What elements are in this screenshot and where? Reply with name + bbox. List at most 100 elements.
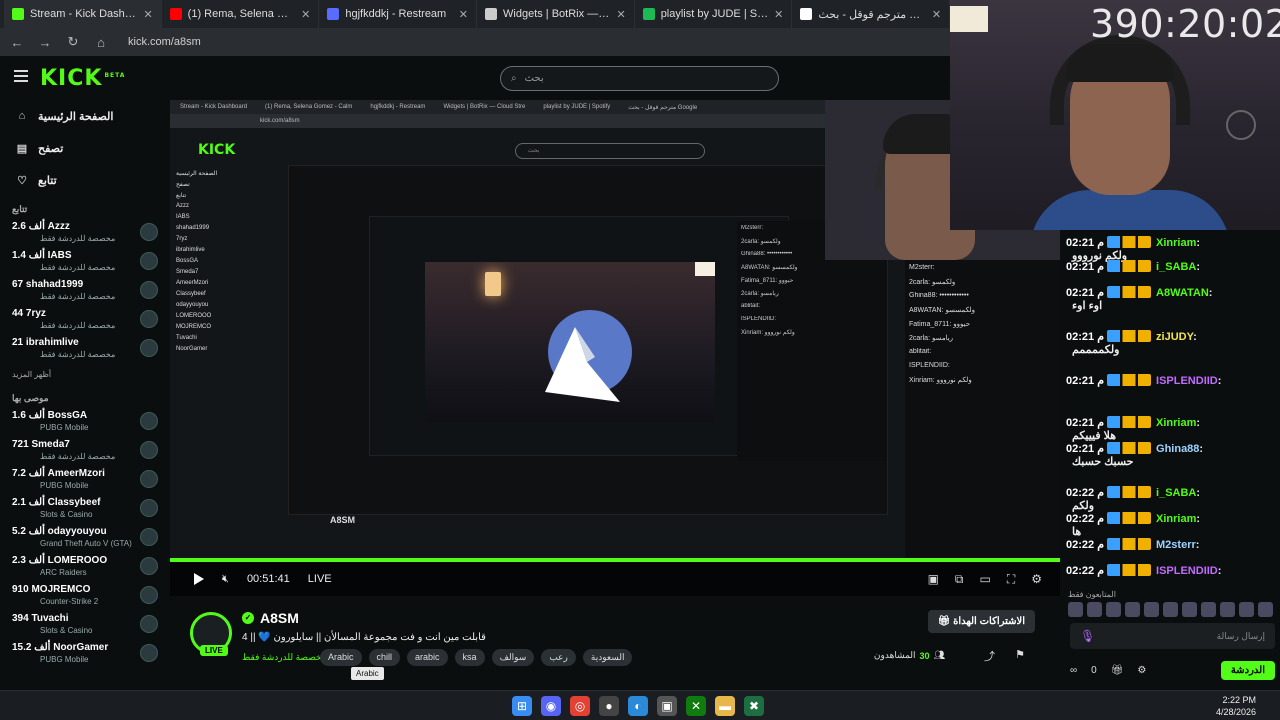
chat-message[interactable]: 02:22 م ISPLENDIID: [1066, 564, 1276, 577]
settings-icon[interactable]: ⚙ [1137, 665, 1146, 676]
show-more-link[interactable]: أظهر المزيد [0, 364, 170, 385]
badge-icons [1107, 416, 1152, 428]
chat-username[interactable]: Ghina88 [1156, 443, 1199, 455]
sidebar-channel[interactable]: 21 ibrahimlive مخصصة للدردشة فقط [0, 335, 170, 364]
channel-name[interactable]: ✓ A8SM [242, 610, 299, 626]
mic-icon[interactable]: 🎙︎ [1080, 629, 1095, 643]
browser-tab[interactable]: hgjfkddkj - Restream ✕ [319, 0, 478, 28]
chat-username[interactable]: ISPLENDIID [1156, 375, 1218, 387]
mute-icon[interactable]: 🔇︎ [222, 573, 229, 586]
chat-username[interactable]: ziJUDY [1156, 331, 1193, 343]
sidebar-channel[interactable]: 910 MOJREMCO Counter-Strike 2 [0, 582, 170, 611]
browser-tab[interactable]: playlist by JUDE | Spotify✕ [635, 0, 793, 28]
home-icon[interactable]: ⌂ [94, 35, 108, 50]
sidebar-nav-item[interactable]: ♡ تتابع [0, 164, 170, 196]
chat-message[interactable]: 02:22 م M2sterr: [1066, 538, 1276, 551]
sidebar-channel[interactable]: 7.2 ألف AmeerMzori PUBG Mobile [0, 466, 170, 495]
wall-logo [1226, 110, 1256, 140]
chat-username[interactable]: i_SABA [1156, 487, 1196, 499]
edge-icon[interactable]: ◐ [628, 696, 648, 716]
chat-username[interactable]: Xinriam [1156, 237, 1196, 249]
stream-tag[interactable]: ksa [454, 649, 485, 666]
chat-message[interactable]: 02:21 م ISPLENDIID: [1066, 374, 1276, 387]
fullscreen-icon[interactable]: ⛶ [1007, 572, 1015, 587]
chat-message[interactable]: 02:21 م Ghina88: حسبك حسبك [1066, 442, 1276, 468]
chat-username[interactable]: i_SABA [1156, 261, 1196, 273]
url-field[interactable]: kick.com/a8sm [128, 36, 201, 48]
video-player[interactable]: Stream - Kick Dashboard (1) Rema, Selena … [170, 100, 1060, 560]
stream-category[interactable]: مخصصة للدردشة فقط [242, 652, 327, 663]
chat-username[interactable]: Xinriam [1156, 417, 1196, 429]
theater-icon[interactable]: ▭ [979, 572, 990, 587]
stream-tag[interactable]: رعب [541, 649, 576, 666]
chat-message[interactable]: 02:21 م Xinriam: هلا فيييكم [1066, 416, 1276, 442]
clip-icon[interactable]: ⧉ [955, 572, 964, 587]
browser-tab[interactable]: Widgets | BotRix — Cloud Stre✕ [477, 0, 635, 28]
sidebar-channel[interactable]: 2.6 ألف Azzz مخصصة للدردشة فقط [0, 219, 170, 248]
play-icon[interactable] [194, 573, 204, 585]
sidebar-nav-item[interactable]: ▤ تصفح [0, 132, 170, 164]
chat-username[interactable]: A8WATAN [1156, 287, 1209, 299]
stream-tag[interactable]: السعودية [582, 649, 633, 666]
sidebar-channel[interactable]: 15.2 ألف NoorGamer PUBG Mobile [0, 640, 170, 669]
back-icon[interactable]: ← [10, 35, 24, 50]
excel-icon[interactable]: ✖ [744, 696, 764, 716]
chat-username[interactable]: Xinriam [1156, 513, 1196, 525]
kick-logo[interactable]: KICK BETA [40, 66, 125, 91]
browser-tab[interactable]: مترجم قوقل - بحث Google✕ [792, 0, 951, 28]
chat-message[interactable]: 02:22 م i_SABA: ولكم [1066, 486, 1276, 512]
discord-icon[interactable]: ◉ [541, 696, 561, 716]
windows-icon[interactable]: ⊞ [512, 696, 532, 716]
forward-icon[interactable]: → [38, 35, 52, 50]
search-input[interactable]: ⌕ بحث [500, 66, 779, 91]
chat-message[interactable]: 02:21 م i_SABA: [1066, 260, 1276, 273]
chat-username[interactable]: ISPLENDIID [1156, 565, 1218, 577]
stream-tag[interactable]: سوالف [491, 649, 535, 666]
pip-icon[interactable]: ▣ [928, 572, 939, 587]
browser-tab[interactable]: (1) Rema, Selena Gomez - Calm✕ [162, 0, 320, 28]
sidebar-channel[interactable]: 2.1 ألف Classybeef Slots & Casino [0, 495, 170, 524]
stream-tag[interactable]: Arabic [320, 649, 362, 666]
stream-tag[interactable]: chill [368, 649, 401, 666]
share-icon[interactable]: ⤴ [984, 648, 995, 664]
gift-subs-button[interactable]: 🎁︎ الاشتراكات الهداة [927, 610, 1035, 633]
menu-icon[interactable] [14, 70, 28, 82]
sidebar-channel[interactable]: 1.4 ألف IABS مخصصة للدردشة فقط [0, 248, 170, 277]
nested-sidebar-item: Azzz [176, 203, 190, 209]
sidebar-channel[interactable]: 721 Smeda7 مخصصة للدردشة فقط [0, 437, 170, 466]
chat-message[interactable]: 02:21 م ziJUDY: ولكممممم [1066, 330, 1276, 356]
chat-username[interactable]: M2sterr [1156, 539, 1196, 551]
chat-message[interactable]: 02:21 م Xinriam: ولكم نورووو [1066, 236, 1276, 262]
reload-icon[interactable]: ↻ [66, 34, 80, 50]
sidebar-channel[interactable]: 2.3 ألف LOMEROOO ARC Raiders [0, 553, 170, 582]
close-icon[interactable]: ✕ [616, 8, 625, 21]
chat-message[interactable]: 02:22 م Xinriam: ها [1066, 512, 1276, 538]
close-icon[interactable]: ✕ [932, 8, 941, 21]
chrome-icon[interactable]: ◎ [570, 696, 590, 716]
close-icon[interactable]: ✕ [774, 8, 783, 21]
sidebar-channel[interactable]: 44 7ryz مخصصة للدردشة فقط [0, 306, 170, 335]
chat-send-button[interactable]: الدردشة [1220, 660, 1275, 680]
sidebar-nav-item[interactable]: ⌂ الصفحة الرئيسية [0, 100, 170, 132]
points-icon[interactable]: ∞ [1070, 665, 1077, 676]
browser-tab[interactable]: Stream - Kick Dashboard✕ [4, 0, 162, 28]
emote-row[interactable] [1068, 602, 1273, 617]
sidebar-channel[interactable]: 1.6 ألف BossGA PUBG Mobile [0, 408, 170, 437]
settings-icon[interactable]: ⚙ [1031, 572, 1042, 587]
close-icon[interactable]: ✕ [301, 8, 310, 21]
sidebar-channel[interactable]: 394 Tuvachi Slots & Casino [0, 611, 170, 640]
close-icon[interactable]: ✕ [143, 8, 152, 21]
chat-message[interactable]: 02:21 م A8WATAN: اوء اوء [1066, 286, 1276, 312]
sidebar-channel[interactable]: 67 shahad1999 مخصصة للدردشة فقط [0, 277, 170, 306]
xbox-icon[interactable]: ✕ [686, 696, 706, 716]
obs-icon[interactable]: ● [599, 696, 619, 716]
gift-icon[interactable]: 🎁︎ [1111, 665, 1124, 676]
capture-icon[interactable]: ▣ [657, 696, 677, 716]
sidebar-channel[interactable]: 5.2 ألف odayyouyou Grand Theft Auto V (GT… [0, 524, 170, 553]
system-clock[interactable]: 2:22 PM 4/28/2026 [1216, 694, 1256, 718]
folder-icon[interactable]: ▬ [715, 696, 735, 716]
stream-tag[interactable]: arabic [407, 649, 448, 666]
chat-input[interactable]: 🎙︎ إرسال رسالة [1070, 623, 1275, 649]
close-icon[interactable]: ✕ [459, 8, 468, 21]
report-icon[interactable]: ⚑ [1015, 648, 1025, 661]
